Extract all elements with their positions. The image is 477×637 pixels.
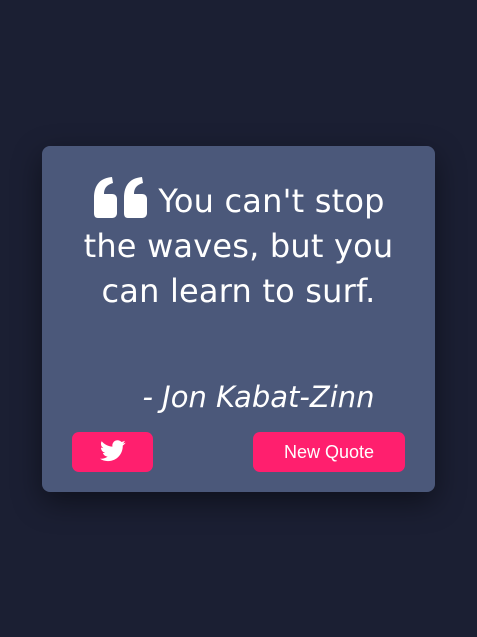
- new-quote-button[interactable]: New Quote: [253, 432, 405, 472]
- quote-left-icon: [92, 176, 150, 218]
- quote-content: You can't stop the waves, but you can le…: [72, 176, 405, 314]
- quote-box: You can't stop the waves, but you can le…: [42, 146, 435, 492]
- tweet-button[interactable]: [72, 432, 153, 472]
- twitter-icon: [99, 439, 126, 465]
- quote-author: - Jon Kabat-Zinn: [142, 380, 375, 414]
- page-background: You can't stop the waves, but you can le…: [0, 0, 477, 637]
